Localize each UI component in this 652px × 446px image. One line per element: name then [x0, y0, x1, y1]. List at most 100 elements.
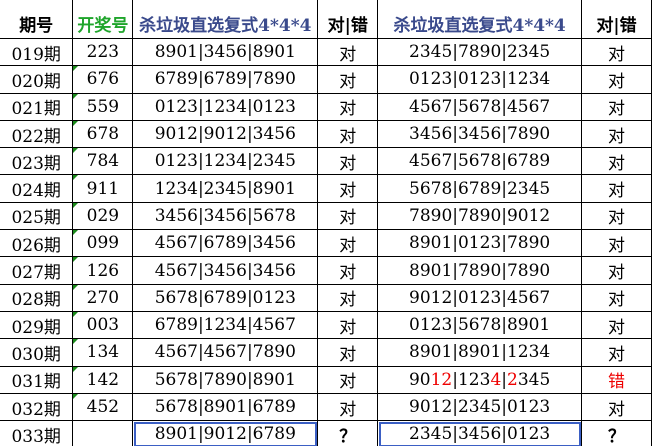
- kill1-cell[interactable]: 6789|1234|4567: [132, 310, 319, 340]
- kill1-cell[interactable]: 5678|7890|8901: [132, 365, 319, 394]
- draw-cell[interactable]: 134: [72, 338, 134, 367]
- period-cell[interactable]: 025期: [0, 201, 74, 231]
- kill2-cell[interactable]: 9012|1234|2345: [377, 365, 583, 394]
- kill2-cell[interactable]: 0123|5678|8901: [377, 310, 583, 340]
- kill2-cell[interactable]: 0123|0123|1234: [377, 65, 583, 94]
- result2-cell[interactable]: 对: [581, 201, 652, 231]
- result2-cell[interactable]: ？: [581, 420, 652, 446]
- result2-cell[interactable]: 对: [581, 392, 652, 422]
- kill2-cell[interactable]: 8901|0123|7890: [377, 229, 583, 258]
- result2-cell[interactable]: 对: [581, 256, 652, 285]
- kill1-cell[interactable]: 5678|6789|0123: [132, 283, 319, 312]
- comment-marker-icon: [73, 66, 79, 72]
- draw-cell[interactable]: 678: [72, 119, 134, 149]
- number-segment: 90: [408, 369, 431, 390]
- period-cell[interactable]: 022期: [0, 119, 74, 149]
- period-cell[interactable]: 031期: [0, 365, 74, 394]
- result1-cell[interactable]: 对: [317, 338, 379, 367]
- table-row: 021期 559 0123|1234|0123 对 4567|5678|4567 对: [0, 92, 652, 121]
- result1-cell[interactable]: 对: [317, 310, 379, 340]
- kill1-cell[interactable]: 0123|1234|2345: [132, 147, 319, 176]
- result2-cell[interactable]: 对: [581, 119, 652, 149]
- number-segment: 4567|5678|4567: [409, 96, 551, 117]
- draw-cell[interactable]: 911: [72, 174, 134, 203]
- period-cell[interactable]: 032期: [0, 392, 74, 422]
- draw-cell[interactable]: 452: [72, 392, 134, 422]
- period-cell[interactable]: 019期: [0, 37, 74, 67]
- result2-cell[interactable]: 对: [581, 229, 652, 258]
- result2-cell[interactable]: 错: [581, 365, 652, 394]
- draw-cell[interactable]: 029: [72, 201, 134, 231]
- draw-cell[interactable]: 003: [72, 310, 134, 340]
- kill2-cell[interactable]: 4567|5678|6789: [377, 147, 583, 176]
- result2-cell[interactable]: 对: [581, 65, 652, 94]
- result1-cell[interactable]: 对: [317, 119, 379, 149]
- period-cell[interactable]: 020期: [0, 65, 74, 94]
- result2-cell[interactable]: 对: [581, 174, 652, 203]
- result1-cell[interactable]: 对: [317, 229, 379, 258]
- draw-number: 003: [86, 315, 120, 336]
- kill1-cell[interactable]: 8901|3456|8901: [132, 37, 319, 67]
- kill2-cell[interactable]: 9012|2345|0123: [377, 392, 583, 422]
- table-row: 031期 142 5678|7890|8901 对 9012|1234|2345 错: [0, 365, 652, 394]
- kill1-cell[interactable]: 6789|6789|7890: [132, 65, 319, 94]
- result1-cell[interactable]: 对: [317, 365, 379, 394]
- table-row: 032期 452 5678|8901|6789 对 9012|2345|0123 对: [0, 392, 652, 422]
- kill1-cell[interactable]: 1234|2345|8901: [132, 174, 319, 203]
- draw-cell[interactable]: 126: [72, 256, 134, 285]
- header-period: 期号: [0, 0, 74, 39]
- kill2-cell[interactable]: 3456|3456|7890: [377, 119, 583, 149]
- result2-cell[interactable]: 对: [581, 92, 652, 121]
- kill2-cell[interactable]: 4567|5678|4567: [377, 92, 583, 121]
- result1-cell[interactable]: 对: [317, 392, 379, 422]
- draw-cell[interactable]: 676: [72, 65, 134, 94]
- draw-cell[interactable]: [72, 420, 134, 446]
- period-cell[interactable]: 033期: [0, 420, 74, 446]
- result2-cell[interactable]: 对: [581, 283, 652, 312]
- kill2-cell[interactable]: 9012|0123|4567: [377, 283, 583, 312]
- period-cell[interactable]: 026期: [0, 229, 74, 258]
- kill2-cell[interactable]: 2345|3456|0123: [377, 420, 583, 446]
- period-cell[interactable]: 029期: [0, 310, 74, 340]
- kill1-cell[interactable]: 5678|8901|6789: [132, 392, 319, 422]
- result1-cell[interactable]: 对: [317, 201, 379, 231]
- period-cell[interactable]: 030期: [0, 338, 74, 367]
- period-cell[interactable]: 023期: [0, 147, 74, 176]
- kill2-cell[interactable]: 5678|6789|2345: [377, 174, 583, 203]
- table-row: 029期 003 6789|1234|4567 对 0123|5678|8901 对: [0, 310, 652, 340]
- period-cell[interactable]: 027期: [0, 256, 74, 285]
- result2-cell[interactable]: 对: [581, 37, 652, 67]
- result2-cell[interactable]: 对: [581, 310, 652, 340]
- kill2-cell[interactable]: 8901|7890|7890: [377, 256, 583, 285]
- result2-cell[interactable]: 对: [581, 338, 652, 367]
- result1-cell[interactable]: ？: [317, 420, 379, 446]
- draw-cell[interactable]: 559: [72, 92, 134, 121]
- draw-cell[interactable]: 223: [72, 37, 134, 67]
- result1-cell[interactable]: 对: [317, 256, 379, 285]
- kill1-cell[interactable]: 4567|6789|3456: [132, 229, 319, 258]
- result1-cell[interactable]: 对: [317, 147, 379, 176]
- result1-cell[interactable]: 对: [317, 65, 379, 94]
- kill1-cell[interactable]: 4567|3456|3456: [132, 256, 319, 285]
- period-cell[interactable]: 024期: [0, 174, 74, 203]
- kill1-cell[interactable]: 3456|3456|5678: [132, 201, 319, 231]
- kill2-cell[interactable]: 2345|7890|2345: [377, 37, 583, 67]
- result1-cell[interactable]: 对: [317, 92, 379, 121]
- kill2-cell[interactable]: 8901|8901|1234: [377, 338, 583, 367]
- kill2-cell[interactable]: 7890|7890|9012: [377, 201, 583, 231]
- draw-cell[interactable]: 784: [72, 147, 134, 176]
- draw-cell[interactable]: 270: [72, 283, 134, 312]
- draw-cell[interactable]: 099: [72, 229, 134, 258]
- period-cell[interactable]: 028期: [0, 283, 74, 312]
- result2-cell[interactable]: 对: [581, 147, 652, 176]
- kill1-cell[interactable]: 4567|4567|7890: [132, 338, 319, 367]
- number-segment: 2345|7890|2345: [409, 42, 551, 63]
- draw-cell[interactable]: 142: [72, 365, 134, 394]
- period-cell[interactable]: 021期: [0, 92, 74, 121]
- result1-cell[interactable]: 对: [317, 174, 379, 203]
- kill1-cell[interactable]: 9012|9012|3456: [132, 119, 319, 149]
- kill1-cell[interactable]: 8901|9012|6789: [132, 420, 319, 446]
- result1-cell[interactable]: 对: [317, 37, 379, 67]
- result1-cell[interactable]: 对: [317, 283, 379, 312]
- kill1-cell[interactable]: 0123|1234|0123: [132, 92, 319, 121]
